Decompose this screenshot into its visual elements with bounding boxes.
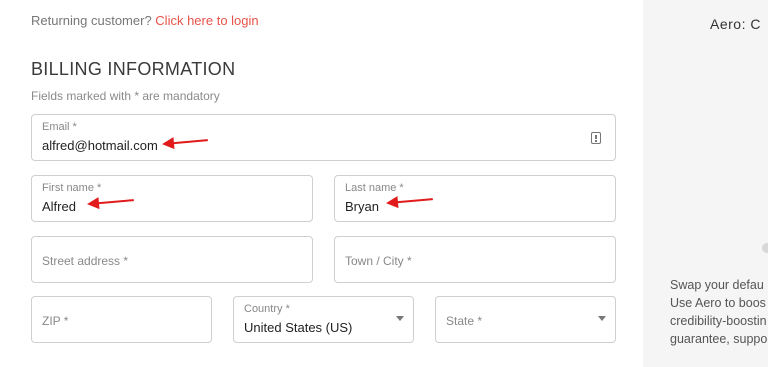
caret-down-icon	[396, 316, 404, 321]
email-label: Email *	[42, 121, 77, 133]
country-select[interactable]: Country * United States (US)	[233, 296, 414, 343]
login-link[interactable]: Click here to login	[155, 13, 258, 28]
zip-placeholder: ZIP *	[42, 314, 69, 328]
email-value: alfred@hotmail.com	[42, 138, 158, 153]
sidebar-desc-line: credibility-boostin	[670, 314, 767, 328]
sidebar-desc-line: Use Aero to boos	[670, 296, 766, 310]
returning-text: Returning customer?	[31, 13, 152, 28]
contact-card-icon[interactable]	[591, 132, 601, 144]
last-name-field[interactable]: Last name * Bryan	[334, 175, 616, 222]
returning-customer-notice: Returning customer? Click here to login	[31, 13, 259, 28]
caret-down-icon	[598, 316, 606, 321]
sidebar-product-title: Aero: C	[710, 16, 761, 32]
street-address-field[interactable]: Street address *	[31, 236, 313, 283]
sidebar-desc-line: guarantee, suppo	[670, 332, 768, 346]
carousel-bullet[interactable]	[762, 243, 768, 253]
town-city-field[interactable]: Town / City *	[334, 236, 616, 283]
state-select[interactable]: State *	[435, 296, 616, 343]
town-city-placeholder: Town / City *	[345, 254, 412, 268]
order-summary-sidebar: Aero: C Swap your defau Use Aero to boos…	[643, 0, 768, 367]
first-name-label: First name *	[42, 182, 102, 194]
sidebar-desc-line: Swap your defau	[670, 278, 764, 292]
first-name-field[interactable]: First name * Alfred	[31, 175, 313, 222]
last-name-value: Bryan	[345, 199, 379, 214]
mandatory-note: Fields marked with * are mandatory	[31, 89, 220, 103]
state-placeholder: State *	[446, 314, 483, 328]
first-name-value: Alfred	[42, 199, 76, 214]
country-label: Country *	[244, 303, 290, 315]
email-field[interactable]: Email * alfred@hotmail.com	[31, 114, 616, 161]
sidebar-description: Swap your defau Use Aero to boos credibi…	[670, 276, 767, 348]
last-name-label: Last name *	[345, 182, 404, 194]
zip-field[interactable]: ZIP *	[31, 296, 212, 343]
billing-title: BILLING INFORMATION	[31, 59, 236, 79]
country-value: United States (US)	[244, 320, 353, 335]
street-address-placeholder: Street address *	[42, 254, 129, 268]
